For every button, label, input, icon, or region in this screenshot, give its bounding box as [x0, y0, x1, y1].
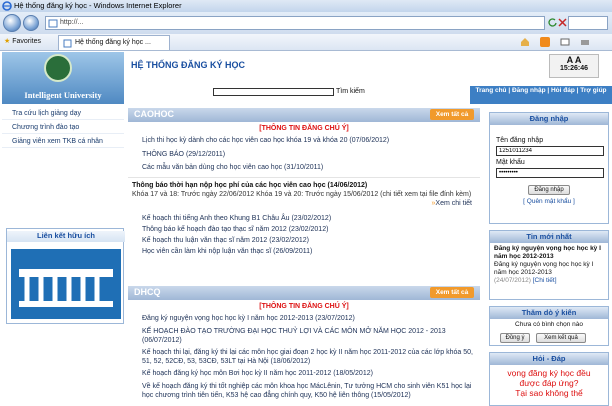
logo-text: Intelligent University [24, 90, 102, 100]
list-item[interactable]: Đăng ký nguyện vọng học học kỳ I năm học… [142, 314, 476, 327]
feeds-icon[interactable] [540, 37, 550, 47]
news-detail-link[interactable]: [Chi tiết] [533, 277, 557, 284]
list-item[interactable]: KẾ HOẠCH ĐÀO TẠO TRƯỜNG ĐẠI HỌC THUỶ LỢI… [142, 327, 476, 348]
cao-hoc-section: CAOHOC Xem tất cả [THÔNG TIN ĐĂNG CHÚ Ý]… [128, 108, 480, 280]
university-logo[interactable]: Intelligent University [2, 52, 124, 104]
dhcq-view-all-button[interactable]: Xem tất cả [430, 287, 474, 298]
login-button[interactable]: Đăng nhập [528, 185, 570, 195]
qa-title: Hỏi - Đáp [490, 353, 608, 365]
cao-hoc-title: CAOHOC [134, 109, 174, 119]
browser-search-input[interactable] [568, 16, 608, 30]
featured-body: Khóa 17 và 18: Trước ngày 22/06/2012 Khó… [132, 191, 472, 198]
login-box: Đăng nhập Tên đăng nhập Mật khẩu Đăng nh… [489, 112, 609, 224]
print-icon[interactable] [580, 37, 590, 47]
login-title: Đăng nhập [490, 113, 608, 125]
browser-tab[interactable]: Hệ thống đăng ký học ... [58, 35, 170, 50]
poll-results-button[interactable]: Xem kết quả [536, 333, 586, 343]
favorites-label: Favorites [12, 38, 42, 45]
poll-box: Thăm dò ý kiến Chưa có bình chọn nào Đồn… [489, 306, 609, 346]
cao-hoc-header: CAOHOC Xem tất cả [128, 108, 480, 122]
favorites-bar: ★ Favorites Hệ thống đăng ký học ... [0, 34, 612, 51]
list-item[interactable]: Lịch thi học kỳ dành cho các học viên ca… [142, 136, 480, 150]
list-item[interactable]: Thông báo kế hoạch đào tạo thạc sĩ năm 2… [142, 225, 480, 236]
tab-page-icon [63, 39, 72, 48]
qa-marquee-line[interactable]: Tại sao không thể [490, 388, 608, 398]
qa-marquee-line[interactable]: được đáp ứng? [490, 378, 608, 388]
clock-widget: A A 15:26:46 [549, 54, 599, 78]
building-graphic-icon [11, 249, 121, 319]
font-size-toggle[interactable]: A A [550, 55, 598, 65]
url-input[interactable]: http://... [45, 16, 545, 30]
featured-more-label: Xem chi tiết [435, 200, 472, 207]
username-label: Tên đăng nhập [496, 137, 544, 144]
qa-marquee-line[interactable]: vọng đăng ký học đều [490, 368, 608, 378]
sidebar-item-tkb[interactable]: Giảng viên xem TKB cá nhân [2, 134, 124, 148]
qa-box: Hỏi - Đáp vọng đăng ký học đều được đáp … [489, 352, 609, 406]
password-label: Mật khẩu [496, 159, 525, 166]
poll-text: Chưa có bình chọn nào [515, 321, 583, 328]
dhcq-section: DHCQ Xem tất cả [THÔNG TIN ĐĂNG CHÚ Ý] Đ… [128, 286, 480, 406]
password-field[interactable] [496, 168, 604, 178]
home-icon[interactable] [520, 37, 530, 47]
poll-agree-button[interactable]: Đồng ý [500, 333, 530, 343]
graduate-emblem-icon [44, 54, 72, 82]
poll-title: Thăm dò ý kiến [490, 307, 608, 319]
stop-icon[interactable] [558, 18, 567, 27]
list-item[interactable]: Kế hoạch thu luận văn thạc sĩ năm 2012 (… [142, 236, 480, 247]
news-box: Tin mới nhất Đăng ký nguyện vọng học học… [489, 230, 609, 300]
search-input[interactable] [213, 88, 334, 96]
favorites-button[interactable]: ★ Favorites [4, 37, 41, 45]
ie-logo-icon [2, 1, 12, 11]
address-bar-row: http://... [0, 12, 612, 34]
list-item[interactable]: Kế hoạch thi lại, đăng ký thi lại các mô… [142, 348, 476, 369]
list-item[interactable]: Các mẫu văn bản dùng cho học viên cao họ… [142, 163, 480, 177]
window-title: Hệ thống đăng ký học - Windows Internet … [14, 1, 182, 10]
cao-hoc-view-all-button[interactable]: Xem tất cả [430, 109, 474, 120]
news-date: (24/07/2012) [494, 277, 531, 284]
search-button[interactable]: Tìm kiếm [336, 88, 365, 95]
list-item[interactable]: Về kế hoạch đăng ký thi tốt nghiệp các m… [142, 382, 476, 400]
back-button-icon[interactable] [3, 14, 21, 32]
dhcq-notice: [THÔNG TIN ĐĂNG CHÚ Ý] [259, 303, 349, 310]
list-item[interactable]: THÔNG BÁO (29/12/2011) [142, 150, 480, 163]
featured-more-link[interactable]: »Xem chi tiết [132, 199, 478, 208]
sidebar-item-chuong-trinh[interactable]: Chương trình đào tạo [2, 120, 124, 134]
list-item[interactable]: Kế hoạch đăng ký học môn Bơi học kỳ II n… [142, 369, 476, 382]
username-field[interactable] [496, 146, 604, 156]
window-titlebar: Hệ thống đăng ký học - Windows Internet … [0, 0, 612, 12]
site-title: HỆ THỐNG ĐĂNG KÝ HỌC [131, 60, 246, 70]
clock-time: 15:26:46 [559, 65, 589, 72]
news-body: Đăng ký nguyện vọng học học kỳ I năm học… [494, 261, 594, 276]
forgot-password-link[interactable]: [ Quên mật khẩu ] [490, 198, 608, 205]
page-content: Intelligent University HỆ THỐNG ĐĂNG KÝ … [0, 52, 612, 406]
useful-links-box: Liên kết hữu ích [6, 228, 125, 324]
page-icon [48, 19, 58, 28]
mail-icon[interactable] [560, 37, 570, 47]
url-text: http://... [60, 19, 84, 26]
news-headline[interactable]: Đăng ký nguyện vọng học học kỳ I năm học… [494, 245, 604, 261]
list-item[interactable]: Học viên cần làm khi nộp luận văn thạc s… [142, 247, 480, 258]
list-item[interactable]: Kế hoạch thi tiếng Anh theo Khung B1 Châ… [142, 214, 480, 225]
refresh-icon[interactable] [548, 18, 557, 27]
featured-title[interactable]: Thông báo thời hạn nộp học phí của các h… [132, 181, 478, 190]
cao-hoc-notice: [THÔNG TIN ĐĂNG CHÚ Ý] [259, 125, 349, 132]
sidebar-menu: Tra cứu lịch giảng dạy Chương trình đào … [2, 106, 124, 148]
top-nav[interactable]: Trang chủ | Đăng nhập | Hỏi đáp | Trợ gi… [470, 86, 612, 104]
useful-link-banner[interactable] [11, 249, 121, 319]
news-title: Tin mới nhất [490, 231, 608, 243]
forward-button-icon[interactable] [23, 15, 39, 31]
sidebar-item-lich-giang-day[interactable]: Tra cứu lịch giảng dạy [2, 106, 124, 120]
dhcq-title: DHCQ [134, 287, 161, 297]
useful-links-title: Liên kết hữu ích [7, 231, 125, 242]
dhcq-header: DHCQ Xem tất cả [128, 286, 480, 300]
tab-label: Hệ thống đăng ký học ... [75, 39, 151, 46]
